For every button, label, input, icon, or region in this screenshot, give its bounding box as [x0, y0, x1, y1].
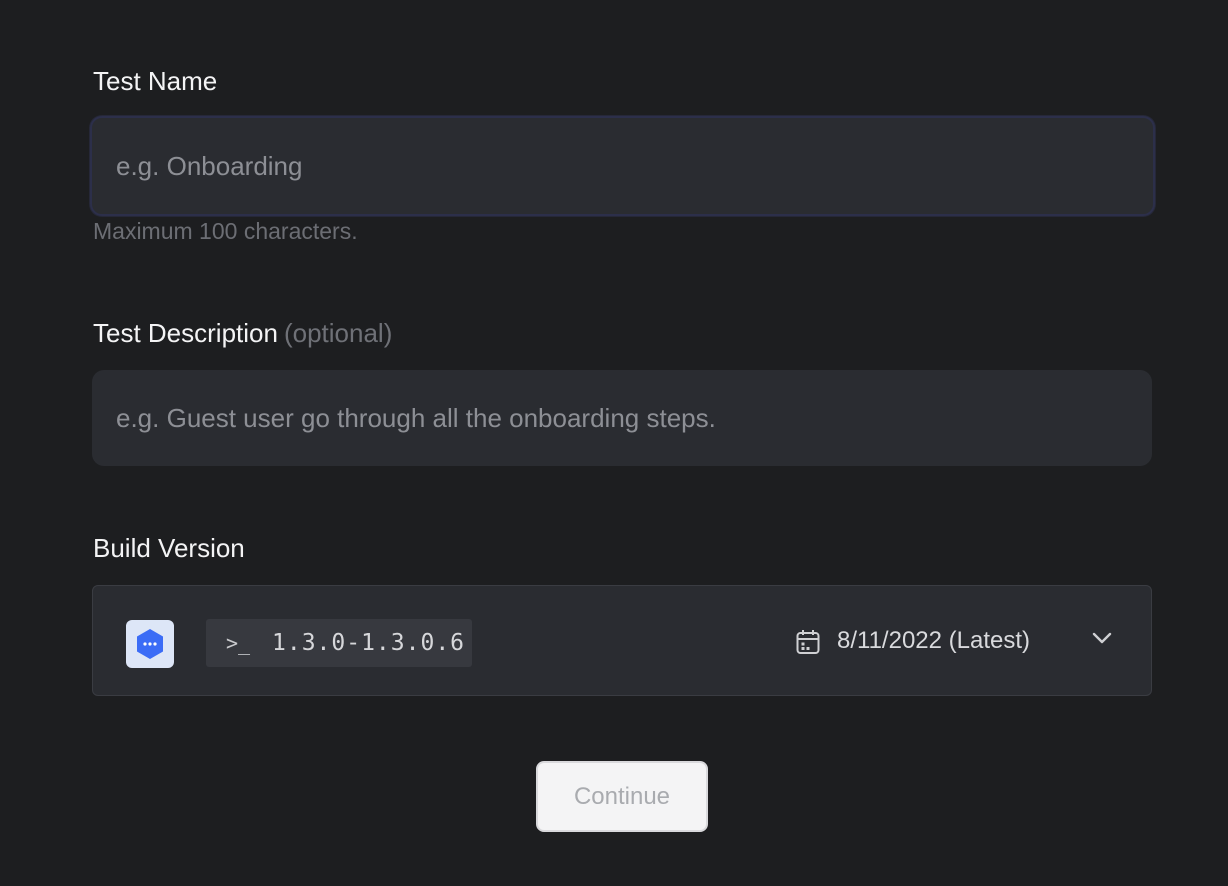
build-version-label: Build Version	[93, 533, 245, 564]
version-chip: >_ 1.3.0-1.3.0.6	[206, 619, 472, 667]
create-test-form: Test Name Maximum 100 characters. Test D…	[0, 0, 1228, 886]
build-date: 8/11/2022 (Latest)	[837, 627, 1031, 654]
continue-button[interactable]: Continue	[536, 761, 708, 832]
test-name-label-text: Test Name	[93, 66, 218, 96]
version-number: 1.3.0-1.3.0.6	[272, 630, 466, 656]
test-name-label: Test Name	[93, 66, 217, 97]
hexagon-dots-icon	[126, 620, 174, 668]
build-version-label-text: Build Version	[93, 533, 245, 563]
test-name-hint: Maximum 100 characters.	[93, 218, 358, 244]
test-description-label: Test Description (optional)	[93, 318, 392, 349]
test-description-input[interactable]	[92, 370, 1152, 466]
test-name-input[interactable]	[90, 116, 1155, 216]
chevron-down-icon	[1092, 632, 1112, 644]
terminal-icon: >_	[226, 631, 251, 655]
build-version-select[interactable]: >_ 1.3.0-1.3.0.6 8/11/2022 (Latest)	[92, 585, 1152, 696]
calendar-icon	[796, 630, 820, 654]
test-description-label-text: Test Description	[93, 318, 278, 348]
optional-tag: (optional)	[283, 318, 393, 348]
